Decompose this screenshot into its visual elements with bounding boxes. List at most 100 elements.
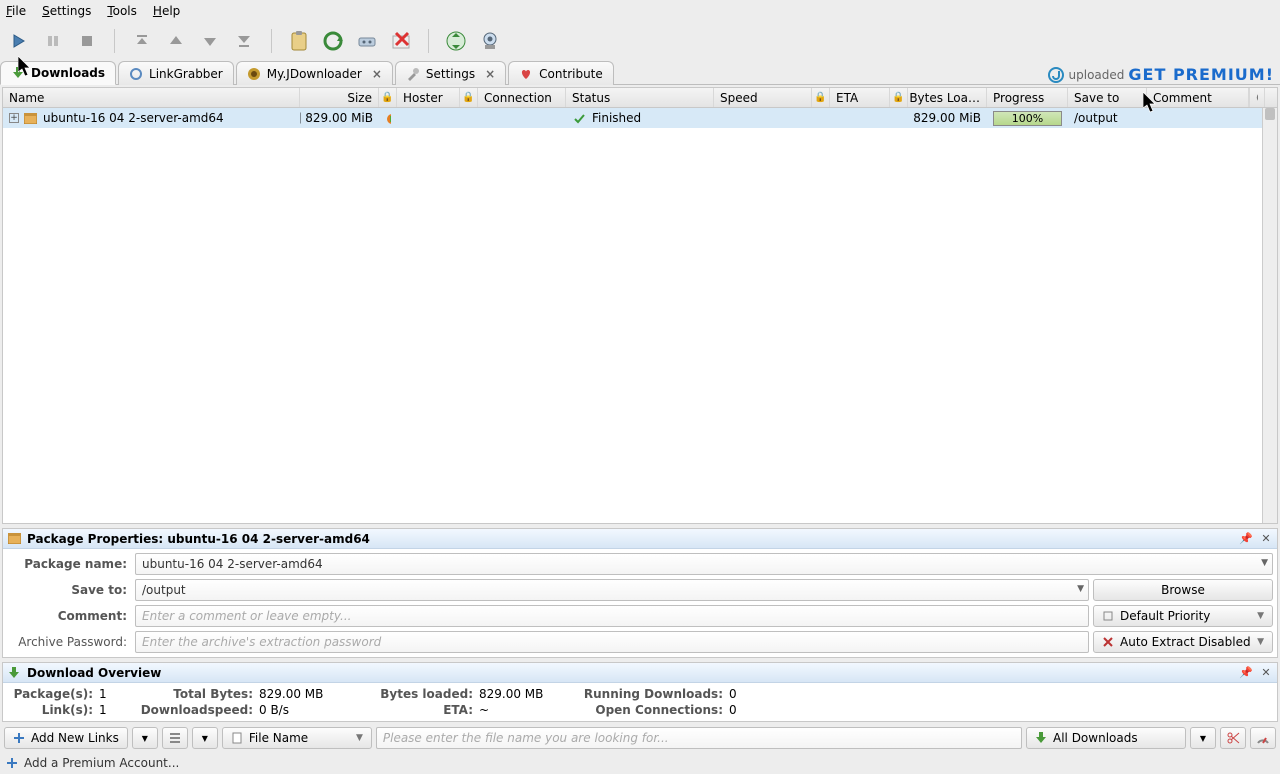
cell-progress: 100% [987, 108, 1068, 128]
myjd-icon [247, 67, 261, 81]
col-hoster[interactable]: Hoster [397, 88, 460, 107]
pin-icon[interactable]: 📌 [1239, 532, 1253, 546]
premium-banner[interactable]: uploaded GET PREMIUM! [1047, 65, 1280, 84]
browse-button[interactable]: Browse [1093, 579, 1273, 601]
close-icon[interactable]: × [485, 67, 495, 81]
move-top-button[interactable] [127, 26, 157, 56]
chevron-down-icon: ▼ [1257, 611, 1264, 621]
label-save-to: Save to: [7, 583, 131, 597]
cell-name: + ubuntu-16 04 2-server-amd64 [3, 108, 300, 128]
close-icon[interactable]: ✕ [1259, 532, 1273, 546]
col-config[interactable] [1249, 88, 1265, 107]
lock-icon: 🔒 [381, 92, 393, 103]
close-icon[interactable]: × [372, 67, 382, 81]
value-openconn: 0 [729, 703, 759, 717]
label-packages: Package(s): [9, 687, 99, 701]
table-row[interactable]: + ubuntu-16 04 2-server-amd64 [1] 829.00… [3, 108, 1277, 128]
menu-file[interactable]: File [6, 4, 26, 18]
view-mode-dropdown[interactable]: ▼ [192, 727, 218, 749]
col-eta[interactable]: ETA [830, 88, 890, 107]
gear-icon [1256, 92, 1258, 103]
stop-button[interactable] [72, 26, 102, 56]
all-downloads-dropdown[interactable]: ▼ [1190, 727, 1216, 749]
pin-icon[interactable]: 📌 [1239, 666, 1253, 680]
play-button[interactable] [4, 26, 34, 56]
tab-settings[interactable]: Settings × [395, 61, 506, 85]
col-name[interactable]: Name [3, 88, 300, 107]
cell-hoster-icon [379, 108, 397, 128]
reconnect-button[interactable] [318, 26, 348, 56]
tab-downloads[interactable]: Downloads [0, 61, 116, 85]
col-connection[interactable]: Connection [478, 88, 566, 107]
col-lock3[interactable]: 🔒 [812, 88, 830, 107]
move-up-button[interactable] [161, 26, 191, 56]
label-running: Running Downloads: [579, 687, 729, 701]
clipboard-button[interactable] [284, 26, 314, 56]
chevron-down-icon: ▼ [1200, 734, 1206, 743]
package-name-field[interactable]: ubuntu-16 04 2-server-amd64 ▼ [135, 553, 1273, 575]
update-button[interactable] [441, 26, 471, 56]
overview-grid: Package(s): 1 Total Bytes: 829.00 MB Byt… [3, 683, 1277, 721]
all-downloads-button[interactable]: All Downloads [1026, 727, 1186, 749]
autostop-button[interactable] [1220, 727, 1246, 749]
col-size[interactable]: Size [300, 88, 379, 107]
remove-links-button[interactable] [386, 26, 416, 56]
lock-icon: 🔒 [462, 92, 474, 103]
cell-connection [478, 108, 566, 128]
tab-label: Settings [426, 67, 475, 81]
col-progress[interactable]: Progress [987, 88, 1068, 107]
auto-reconnect-button[interactable] [352, 26, 382, 56]
tab-label: My.JDownloader [267, 67, 362, 81]
panel-title: Package Properties: ubuntu-16 04 2-serve… [27, 532, 370, 546]
add-new-links-button[interactable]: Add New Links [4, 727, 128, 749]
tab-myjdownloader[interactable]: My.JDownloader × [236, 61, 393, 85]
scrollbar-thumb[interactable] [1265, 108, 1275, 120]
view-mode-button[interactable] [162, 727, 188, 749]
divider [114, 29, 115, 53]
chevron-down-icon[interactable]: ▼ [1261, 558, 1268, 568]
priority-dropdown[interactable]: Default Priority ▼ [1093, 605, 1273, 627]
cell-size: [1] 829.00 MiB [300, 108, 379, 128]
move-bottom-button[interactable] [229, 26, 259, 56]
download-icon [1035, 732, 1047, 744]
filter-type-dropdown[interactable]: File Name ▼ [222, 727, 372, 749]
autoextract-dropdown[interactable]: Auto Extract Disabled ▼ [1093, 631, 1273, 653]
move-down-button[interactable] [195, 26, 225, 56]
col-status[interactable]: Status [566, 88, 714, 107]
status-line[interactable]: Add a Premium Account... [0, 752, 1280, 774]
add-new-links-dropdown[interactable]: ▼ [132, 727, 158, 749]
expand-toggle[interactable]: + [9, 113, 19, 123]
save-to-field[interactable]: /output ▼ [135, 579, 1089, 601]
lock-icon: 🔒 [892, 92, 904, 103]
archive-password-field[interactable]: Enter the archive's extraction password [135, 631, 1089, 653]
pause-button[interactable] [38, 26, 68, 56]
col-saveto[interactable]: Save to [1068, 88, 1147, 107]
col-comment[interactable]: Comment [1147, 88, 1249, 107]
menu-tools[interactable]: Tools [107, 4, 137, 18]
tab-contribute[interactable]: Contribute [508, 61, 614, 85]
vertical-scrollbar[interactable] [1262, 108, 1277, 523]
col-speed[interactable]: Speed [714, 88, 812, 107]
menu-settings[interactable]: Settings [42, 4, 91, 18]
col-lock2[interactable]: 🔒 [460, 88, 478, 107]
row-name: ubuntu-16 04 2-server-amd64 [43, 111, 224, 125]
col-bytes[interactable]: Bytes Loa… [908, 88, 987, 107]
tab-linkgrabber[interactable]: LinkGrabber [118, 61, 234, 85]
menu-help[interactable]: Help [153, 4, 180, 18]
speedometer-icon [1256, 731, 1270, 745]
list-icon [168, 731, 182, 745]
chevron-down-icon[interactable]: ▼ [1077, 584, 1084, 594]
webcam-button[interactable] [475, 26, 505, 56]
file-icon [231, 732, 243, 744]
col-lock4[interactable]: 🔒 [890, 88, 908, 107]
comment-field[interactable]: Enter a comment or leave empty... [135, 605, 1089, 627]
value-packages: 1 [99, 687, 139, 701]
close-icon[interactable]: ✕ [1259, 666, 1273, 680]
speed-limit-button[interactable] [1250, 727, 1276, 749]
table-header: Name Size 🔒 Hoster 🔒 Connection Status S… [3, 88, 1277, 108]
cell-eta [830, 108, 890, 128]
filter-input[interactable]: Please enter the file name you are looki… [376, 727, 1022, 749]
tab-bar: Downloads LinkGrabber My.JDownloader × S… [0, 60, 1280, 85]
brand-label: uploaded [1069, 68, 1125, 82]
col-lock1[interactable]: 🔒 [379, 88, 397, 107]
